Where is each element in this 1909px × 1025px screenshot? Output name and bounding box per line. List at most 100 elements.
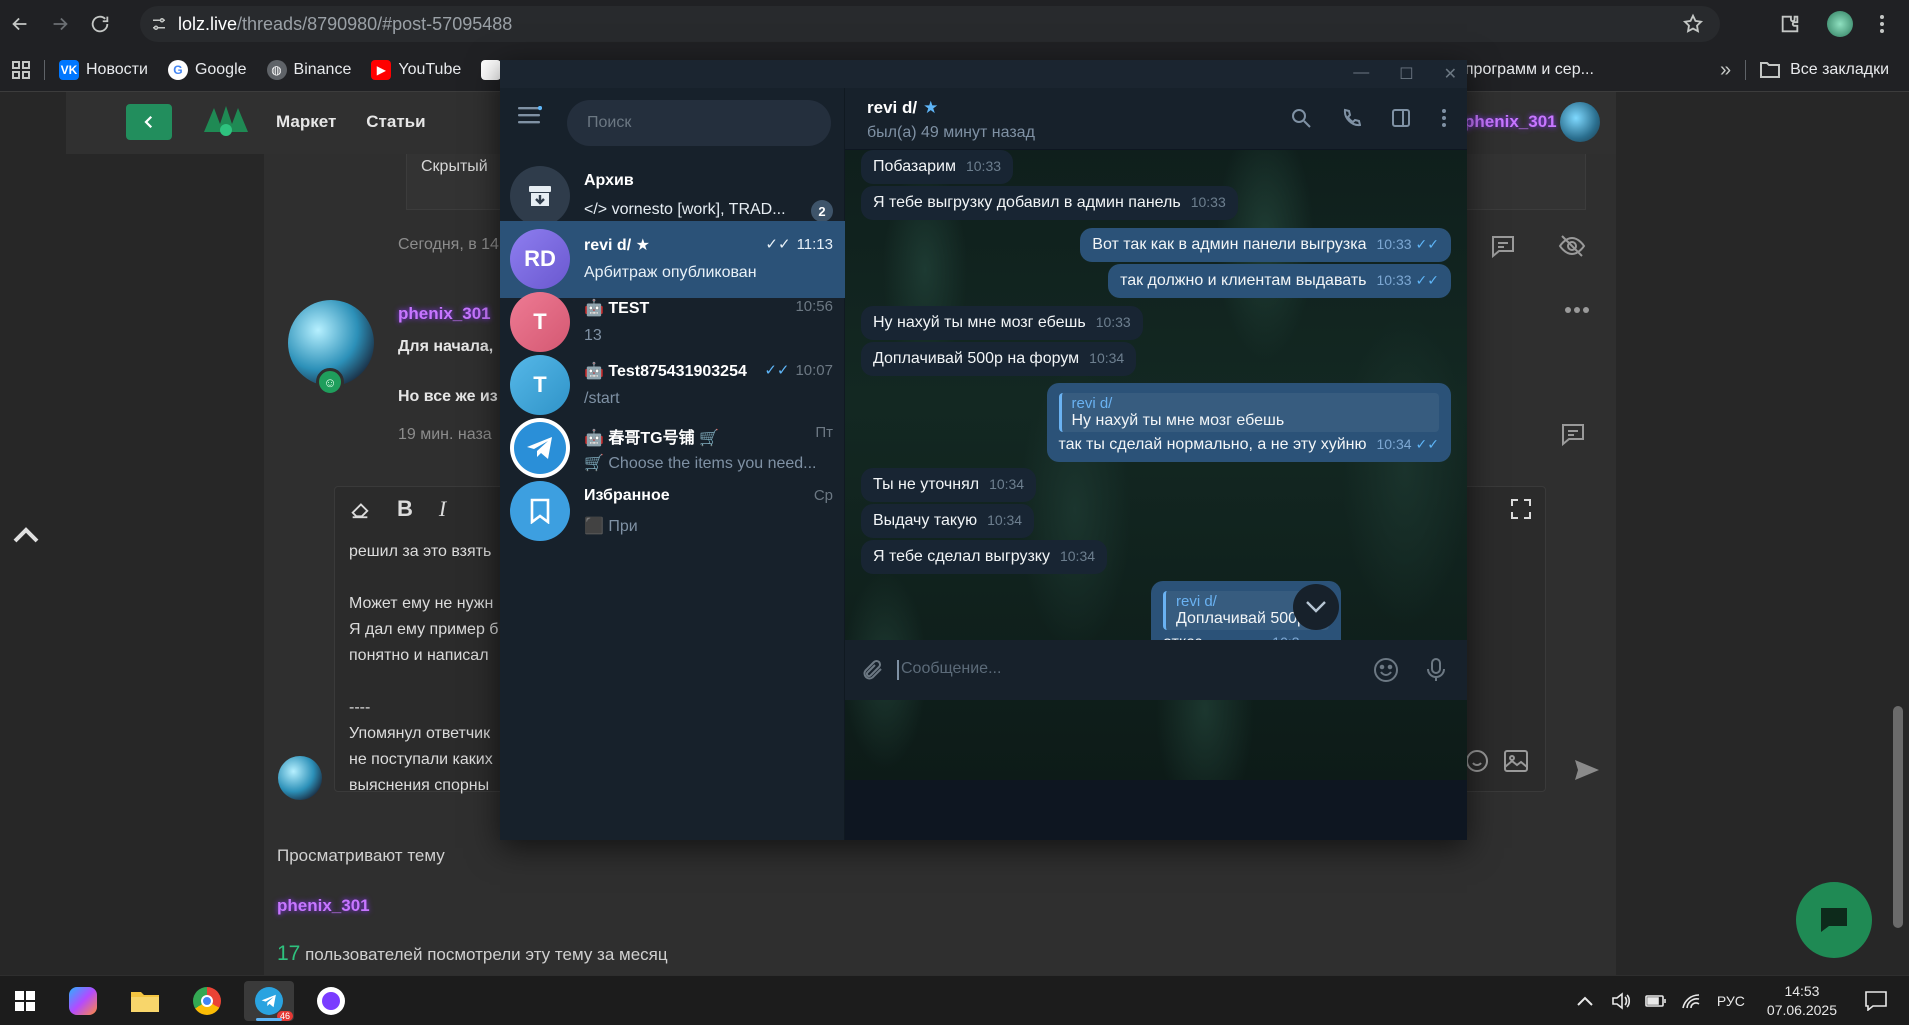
chat-button[interactable] — [1796, 882, 1872, 958]
wifi-icon[interactable] — [1681, 993, 1701, 1009]
forward-arrow-icon[interactable] — [40, 4, 80, 44]
language-indicator[interactable]: РУС — [1717, 993, 1745, 1009]
message-incoming[interactable]: Доплачивай 500р на форум 10:34 — [861, 342, 1137, 376]
message-outgoing[interactable]: так должно и клиентам выдавать 10:33 ✓✓ — [1108, 264, 1451, 298]
apps-grid-icon[interactable] — [0, 55, 40, 85]
page-scrollbar[interactable] — [1893, 706, 1903, 928]
fullscreen-icon[interactable] — [1511, 499, 1531, 519]
scroll-down-button[interactable] — [1293, 584, 1339, 630]
bookmark-label: Binance — [293, 60, 352, 78]
profile-avatar[interactable] — [1827, 11, 1853, 37]
reply-quote[interactable]: revi d/ Ну нахуй ты мне мозг ебешь — [1058, 393, 1439, 432]
maximize-icon[interactable]: ☐ — [1399, 64, 1413, 84]
more-vertical-icon[interactable] — [1441, 108, 1447, 128]
emoji-icon[interactable] — [1465, 749, 1489, 773]
start-icon[interactable] — [0, 981, 50, 1021]
post-time[interactable]: 19 мин. наза — [398, 426, 492, 444]
message-outgoing-reply[interactable]: revi d/ Ну нахуй ты мне мозг ебешь так т… — [1046, 383, 1451, 462]
archive-icon — [510, 166, 570, 226]
system-tray: РУС 14:53 07.06.2025 — [1577, 976, 1909, 1025]
scroll-top-icon[interactable] — [12, 526, 40, 544]
editor-content[interactable]: решил за это взять Может ему не нужн Я д… — [349, 539, 498, 799]
back-arrow-icon[interactable] — [0, 4, 40, 44]
paperclip-icon[interactable] — [861, 658, 885, 682]
more-dots-icon[interactable] — [1564, 306, 1590, 314]
close-icon[interactable]: ✕ — [1444, 64, 1457, 84]
copilot-icon[interactable] — [58, 981, 108, 1021]
google-icon: G — [167, 59, 188, 80]
site-logo[interactable] — [202, 102, 250, 142]
sidebar-toggle-icon[interactable] — [1391, 108, 1411, 128]
dialog-time: ✓✓ 11:13 — [765, 235, 833, 254]
minimize-icon[interactable]: — — [1353, 64, 1369, 84]
search-icon[interactable] — [1291, 108, 1311, 128]
message-time: 10:34 — [1376, 436, 1412, 452]
post-date[interactable]: Сегодня, в 14 — [398, 236, 499, 254]
bookmark-google[interactable]: G Google — [158, 55, 257, 85]
message-incoming[interactable]: Побазарим 10:33 — [861, 150, 1014, 184]
microphone-icon[interactable] — [1425, 657, 1447, 683]
post-username[interactable]: phenix_301 — [398, 304, 491, 324]
kebab-menu-icon[interactable] — [1879, 13, 1885, 35]
dialog-last-message: 🛒 Choose the items you need... — [584, 455, 817, 472]
dialog-last-message: Арбитраж опубликован — [584, 264, 757, 281]
message-incoming[interactable]: Ты не уточнял 10:34 — [861, 468, 1037, 502]
nav-articles[interactable]: Статьи — [366, 112, 425, 132]
clock[interactable]: 14:53 07.06.2025 — [1767, 982, 1837, 1020]
chevron-more-icon[interactable]: » — [1720, 59, 1731, 82]
menu-icon[interactable] — [518, 106, 542, 124]
speaker-icon[interactable] — [1611, 992, 1631, 1010]
url-text[interactable]: lolz.live/threads/8790980/#post-57095488 — [178, 14, 512, 35]
dialog-name: Избранное — [584, 487, 670, 504]
battery-icon[interactable] — [1645, 994, 1667, 1008]
viewing-username[interactable]: phenix_301 — [277, 896, 370, 916]
chrome-icon[interactable] — [182, 981, 232, 1021]
hide-eye-icon[interactable] — [1558, 234, 1586, 258]
back-button[interactable] — [126, 104, 172, 140]
telegram-taskbar-icon[interactable]: 46 — [244, 981, 294, 1021]
message-incoming[interactable]: Выдачу такую 10:34 — [861, 504, 1035, 538]
dialog-saved[interactable]: Избранное ⬛ При Ср — [500, 473, 845, 550]
notification-icon[interactable] — [1865, 991, 1887, 1011]
chat-header[interactable]: revi d/ ★ был(а) 49 минут назад — [845, 88, 1467, 150]
bookmark-star-icon[interactable] — [1682, 13, 1704, 35]
file-explorer-icon[interactable] — [120, 981, 170, 1021]
chat-title[interactable]: revi d/ ★ — [867, 98, 938, 118]
app-icon[interactable] — [306, 981, 356, 1021]
address-bar[interactable]: lolz.live/threads/8790980/#post-57095488 — [140, 6, 1720, 42]
double-check-icon: ✓✓ — [1415, 436, 1439, 452]
reload-icon[interactable] — [80, 4, 120, 44]
message-time: 10:33 — [1376, 272, 1412, 288]
message-incoming[interactable]: Ну нахуй ты мне мозг ебешь 10:33 — [861, 306, 1143, 340]
header-avatar[interactable] — [1560, 102, 1600, 142]
header-username[interactable]: phenix_301 — [1464, 112, 1557, 132]
bold-icon[interactable]: B — [397, 496, 413, 522]
emoji-icon[interactable] — [1373, 657, 1399, 683]
send-icon[interactable] — [1574, 758, 1600, 782]
reply-icon[interactable] — [1560, 422, 1586, 446]
dialog-time: Ср — [813, 487, 833, 504]
chevron-up-icon[interactable] — [1577, 996, 1593, 1006]
bookmark-youtube[interactable]: ▶ YouTube — [361, 55, 471, 85]
bookmark-binance[interactable]: ◍ Binance — [257, 55, 362, 85]
browser-toolbar: lolz.live/threads/8790980/#post-57095488 — [0, 0, 1909, 48]
bookmark-programs[interactable]: программ и сер... — [1465, 61, 1594, 79]
message-incoming[interactable]: Я тебе сделал выгрузку 10:34 — [861, 540, 1108, 574]
bookmark-label: Google — [194, 60, 247, 78]
reply-icon[interactable] — [1490, 234, 1516, 258]
extensions-icon[interactable] — [1779, 13, 1801, 35]
bookmark-vk[interactable]: VK Новости — [49, 55, 158, 85]
italic-icon[interactable]: I — [439, 496, 446, 522]
site-info-icon[interactable] — [140, 15, 178, 33]
phone-icon[interactable] — [1341, 108, 1361, 128]
message-outgoing[interactable]: Вот так как в админ панели выгрузка 10:33… — [1080, 228, 1451, 262]
message-input[interactable]: Сообщение... — [896, 660, 1001, 680]
nav-market[interactable]: Маркет — [276, 112, 336, 132]
image-icon[interactable] — [1503, 749, 1529, 773]
all-bookmarks-link[interactable]: Все закладки — [1790, 61, 1889, 79]
search-input[interactable]: Поиск — [567, 100, 831, 146]
telegram-sidebar: Поиск Архив </> vornesto [work], TRAD...… — [500, 88, 845, 840]
message-incoming[interactable]: Я тебе выгрузку добавил в админ панель 10… — [861, 186, 1238, 220]
eraser-icon[interactable] — [349, 498, 371, 520]
clock-date: 07.06.2025 — [1766, 1002, 1837, 1018]
